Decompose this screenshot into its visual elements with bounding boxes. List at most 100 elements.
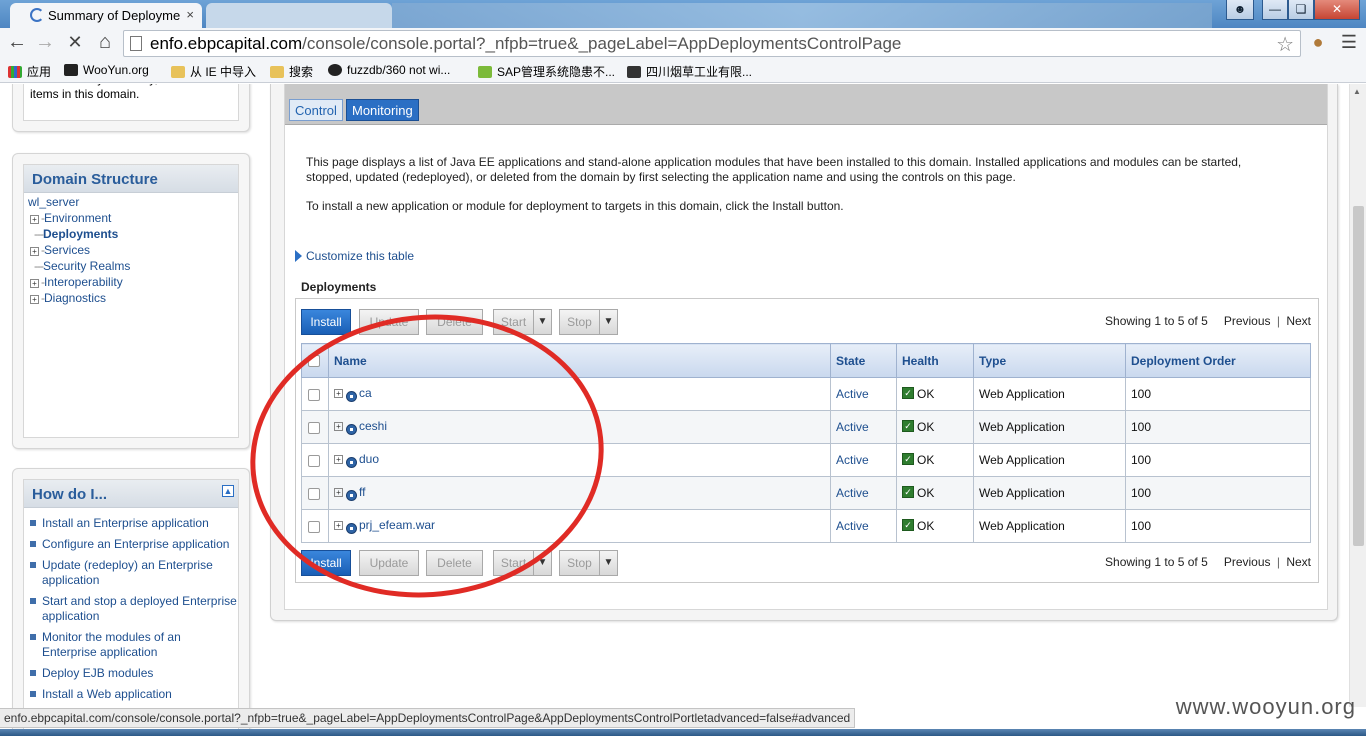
plus-expand-icon[interactable]: + (334, 455, 343, 464)
how-item-deploy-ejb[interactable]: Deploy EJB modules (30, 666, 238, 681)
ok-check-icon: ✓ (902, 387, 914, 399)
tab-monitoring[interactable]: Monitoring (346, 99, 419, 121)
tab-close-icon[interactable]: × (186, 7, 194, 22)
tree-item-interoperability[interactable]: Interoperability (44, 275, 123, 289)
plus-expand-icon[interactable]: + (334, 389, 343, 398)
deployment-name-link[interactable]: ca (359, 386, 372, 400)
start-button[interactable]: Start ▼ (493, 309, 552, 335)
deployment-name-link[interactable]: ceshi (359, 419, 387, 433)
how-item-configure-enterprise[interactable]: Configure an Enterprise application (30, 537, 238, 552)
row-checkbox[interactable] (308, 454, 320, 467)
window-close-icon[interactable]: ✕ (1314, 0, 1360, 20)
tab-title: Summary of Deployme (48, 8, 181, 23)
change-center-body: activated as you modify, add or delete i… (23, 84, 239, 121)
tree-item-environment[interactable]: Environment (44, 211, 111, 225)
state-link[interactable]: Active (836, 486, 869, 500)
dropdown-arrow-icon[interactable]: ▼ (533, 310, 551, 334)
star-icon[interactable]: ☆ (1276, 32, 1294, 57)
plus-expand-icon[interactable]: + (30, 247, 39, 256)
col-state[interactable]: State (830, 343, 897, 378)
deployment-name-link[interactable]: duo (359, 452, 379, 466)
select-all-checkbox[interactable] (308, 355, 320, 368)
tree-item-security-realms[interactable]: Security Realms (43, 259, 130, 273)
state-link[interactable]: Active (836, 453, 869, 467)
deployment-name-link[interactable]: prj_efeam.war (359, 518, 435, 532)
tree-item-deployments[interactable]: Deployments (43, 227, 118, 241)
col-health[interactable]: Health (896, 343, 974, 378)
type-cell: Web Application (973, 443, 1126, 477)
dropdown-arrow-icon[interactable]: ▼ (533, 551, 551, 575)
how-item-install-web-app[interactable]: Install a Web application (30, 687, 238, 702)
url-text[interactable]: enfo.ebpcapital.com/console/console.port… (150, 34, 901, 54)
start-button[interactable]: Start ▼ (493, 550, 552, 576)
install-button[interactable]: Install (301, 550, 351, 576)
address-bar[interactable]: enfo.ebpcapital.com/console/console.port… (123, 30, 1301, 57)
previous-link[interactable]: Previous (1224, 555, 1271, 569)
back-icon[interactable]: ← (4, 31, 30, 55)
vertical-scrollbar[interactable]: ▲ (1349, 84, 1366, 707)
tab-summary-of-deployments[interactable]: Summary of Deployme × (10, 3, 202, 28)
col-deployment-order[interactable]: Deployment Order (1125, 343, 1311, 378)
row-checkbox[interactable] (308, 421, 320, 434)
minimize-icon[interactable]: — (1262, 0, 1288, 20)
plus-expand-icon[interactable]: + (334, 488, 343, 497)
how-do-i-body: How do I... ▲ Install an Enterprise appl… (23, 479, 239, 736)
dropdown-arrow-icon[interactable]: ▼ (599, 310, 617, 334)
stop-reload-icon[interactable]: ✕ (62, 31, 88, 55)
delete-button[interactable]: Delete (426, 550, 483, 576)
update-button[interactable]: Update (359, 309, 419, 335)
bookmark-apps[interactable]: 应用 (8, 63, 51, 80)
tree-item-diagnostics[interactable]: Diagnostics (44, 291, 106, 305)
bookmark-sap[interactable]: SAP管理系统隐患不... (478, 63, 615, 80)
next-link[interactable]: Next (1286, 555, 1311, 569)
tree-item-services[interactable]: Services (44, 243, 90, 257)
tab-inactive[interactable] (206, 3, 392, 28)
plus-expand-icon[interactable]: + (334, 521, 343, 530)
bookmark-search[interactable]: 搜索 (270, 63, 313, 80)
col-name[interactable]: Name (328, 343, 831, 378)
user-icon[interactable]: ☻ (1226, 0, 1254, 20)
how-item-install-enterprise[interactable]: Install an Enterprise application (30, 516, 238, 531)
bookmark-import-ie[interactable]: 从 IE 中导入 (171, 63, 256, 80)
row-checkbox[interactable] (308, 487, 320, 500)
row-checkbox[interactable] (308, 388, 320, 401)
tab-control[interactable]: Control (289, 99, 343, 121)
plus-expand-icon[interactable]: + (30, 295, 39, 304)
install-button[interactable]: Install (301, 309, 351, 335)
stop-button[interactable]: Stop ▼ (559, 550, 618, 576)
next-link[interactable]: Next (1286, 314, 1311, 328)
minimize-panel-icon[interactable]: ▲ (222, 485, 234, 497)
forward-icon[interactable]: → (32, 31, 58, 55)
health-text: OK (917, 453, 935, 467)
home-icon[interactable]: ⌂ (92, 31, 118, 55)
dropdown-arrow-icon[interactable]: ▼ (599, 551, 617, 575)
select-all-header[interactable] (301, 343, 329, 378)
cookie-icon[interactable]: ● (1305, 31, 1331, 55)
content-body: Control Monitoring This page displays a … (284, 84, 1328, 610)
plus-expand-icon[interactable]: + (334, 422, 343, 431)
stop-button[interactable]: Stop ▼ (559, 309, 618, 335)
update-button[interactable]: Update (359, 550, 419, 576)
how-item-update-enterprise[interactable]: Update (redeploy) an Enterprise applicat… (30, 558, 238, 588)
state-link[interactable]: Active (836, 420, 869, 434)
deployment-name-link[interactable]: ff (359, 485, 365, 499)
menu-icon[interactable]: ☰ (1336, 31, 1362, 55)
customize-table-link[interactable]: Customize this table (295, 249, 414, 263)
how-item-start-stop-enterprise[interactable]: Start and stop a deployed Enterprise app… (30, 594, 238, 624)
maximize-icon[interactable]: ❏ (1288, 0, 1314, 20)
how-item-monitor-modules[interactable]: Monitor the modules of an Enterprise app… (30, 630, 238, 660)
bookmark-fuzzdb[interactable]: fuzzdb/360 not wi... (328, 63, 450, 77)
scroll-up-arrow-icon[interactable]: ▲ (1353, 87, 1361, 96)
plus-expand-icon[interactable]: + (30, 279, 39, 288)
tree-root-wl-server[interactable]: wl_server (28, 195, 79, 209)
plus-expand-icon[interactable]: + (30, 215, 39, 224)
row-checkbox[interactable] (308, 520, 320, 533)
delete-button[interactable]: Delete (426, 309, 483, 335)
col-type[interactable]: Type (973, 343, 1126, 378)
scrollbar-thumb[interactable] (1353, 206, 1364, 546)
state-link[interactable]: Active (836, 387, 869, 401)
previous-link[interactable]: Previous (1224, 314, 1271, 328)
bookmark-wooyun[interactable]: WooYun.org (64, 63, 149, 77)
state-link[interactable]: Active (836, 519, 869, 533)
bookmark-sichuan[interactable]: 四川烟草工业有限... (627, 63, 752, 80)
